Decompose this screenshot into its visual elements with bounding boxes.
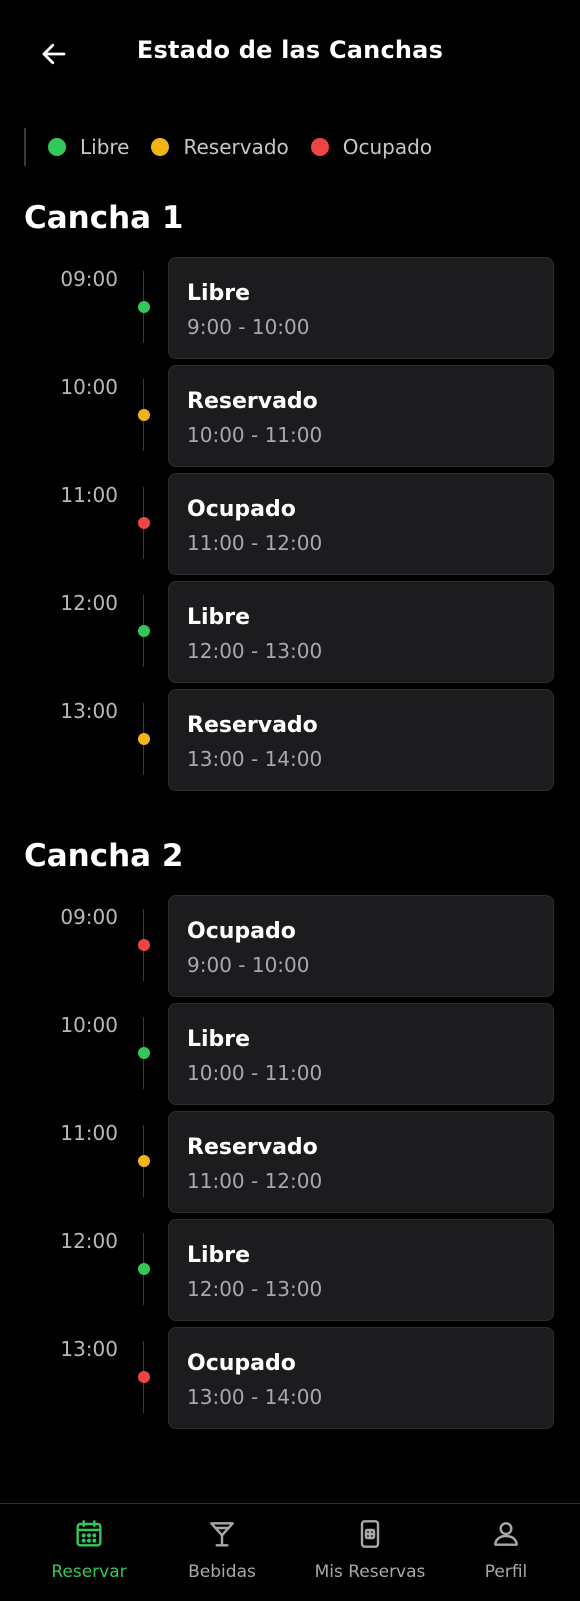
slot-time-range: 12:00 - 13:00 [187,639,323,663]
status-legend: Libre Reservado Ocupado [24,128,432,166]
cocktail-icon [210,1522,234,1547]
slot-time: 09:00 [60,267,118,291]
status-dot-icon [138,733,150,745]
slot-card[interactable]: Reservado 11:00 - 12:00 [168,1111,554,1213]
status-dot-icon [138,301,150,313]
slot-time: 13:00 [60,1337,118,1361]
nav-label: Mis Reservas [314,1562,426,1582]
ticket-icon [360,1520,380,1548]
slot-status: Ocupado [187,919,296,944]
slot-time: 13:00 [60,699,118,723]
nav-item-reservar[interactable]: Reservar [48,1518,130,1594]
legend-label: Libre [80,135,130,159]
time-slot-row: 11:00 Reservado 11:00 - 12:00 [0,1111,580,1215]
slot-status: Libre [187,281,251,306]
time-slot-row: 09:00 Libre 9:00 - 10:00 [0,257,580,361]
time-slot-row: 13:00 Reservado 13:00 - 14:00 [0,689,580,793]
slot-status: Libre [187,1027,251,1052]
libre-dot-icon [48,138,66,156]
slot-time-range: 11:00 - 12:00 [187,531,323,555]
slot-time-range: 10:00 - 11:00 [187,423,323,447]
slot-time: 12:00 [60,1229,118,1253]
time-slot-row: 12:00 Libre 12:00 - 13:00 [0,1219,580,1323]
nav-item-bebidas[interactable]: Bebidas [180,1518,264,1594]
slot-status: Reservado [187,713,318,738]
nav-label: Reservar [51,1562,127,1582]
slot-time-range: 10:00 - 11:00 [187,1061,323,1085]
slot-card[interactable]: Ocupado 13:00 - 14:00 [168,1327,554,1429]
slot-status: Reservado [187,389,318,414]
legend-label: Reservado [183,135,289,159]
nav-label: Perfil [484,1562,528,1582]
slot-status: Libre [187,605,251,630]
slot-time: 10:00 [60,1013,118,1037]
reservado-dot-icon [151,138,170,156]
user-icon [494,1522,518,1546]
calendar-icon [76,1520,102,1547]
legend-item-libre: Libre [48,135,129,159]
time-slot-row: 10:00 Reservado 10:00 - 11:00 [0,365,580,469]
status-dot-icon [138,409,150,421]
legend-label: Ocupado [342,135,433,159]
slot-time-range: 9:00 - 10:00 [187,315,310,339]
slot-card[interactable]: Ocupado 11:00 - 12:00 [168,473,554,575]
slot-time: 09:00 [60,905,118,929]
slot-status: Reservado [187,1135,318,1160]
slot-card[interactable]: Ocupado 9:00 - 10:00 [168,895,554,997]
slot-time-range: 13:00 - 14:00 [187,747,323,771]
status-dot-icon [138,1155,150,1167]
bottom-nav: Reservar Bebidas Mis Reservas Perfil [0,1503,580,1601]
nav-item-mis-reservas[interactable]: Mis Reservas [305,1518,435,1594]
status-dot-icon [138,939,150,951]
status-dot-icon [138,1047,150,1059]
status-dot-icon [138,625,150,637]
slot-card[interactable]: Reservado 10:00 - 11:00 [168,365,554,467]
status-dot-icon [138,1263,150,1275]
slot-time: 11:00 [60,1121,118,1145]
nav-item-perfil[interactable]: Perfil [477,1518,535,1594]
slot-card[interactable]: Reservado 13:00 - 14:00 [168,689,554,791]
status-dot-icon [138,517,150,529]
time-slot-row: 10:00 Libre 10:00 - 11:00 [0,1003,580,1107]
status-dot-icon [138,1371,150,1383]
slot-time-range: 13:00 - 14:00 [187,1385,323,1409]
slot-status: Ocupado [187,1351,296,1376]
time-slot-row: 13:00 Ocupado 13:00 - 14:00 [0,1327,580,1431]
time-slot-row: 12:00 Libre 12:00 - 13:00 [0,581,580,685]
slot-time-range: 9:00 - 10:00 [187,953,310,977]
slot-card[interactable]: Libre 12:00 - 13:00 [168,581,554,683]
slot-time: 12:00 [60,591,118,615]
slot-time-range: 11:00 - 12:00 [187,1169,323,1193]
ocupado-dot-icon [310,138,329,156]
page-title: Estado de las Canchas [136,36,444,64]
slot-status: Libre [187,1243,251,1268]
legend-item-reservado: Reservado [151,135,289,159]
legend-item-ocupado: Ocupado [310,135,433,159]
court-title: Cancha 2 [24,838,184,874]
time-slot-row: 09:00 Ocupado 9:00 - 10:00 [0,895,580,999]
slot-card[interactable]: Libre 12:00 - 13:00 [168,1219,554,1321]
slot-time: 10:00 [60,375,118,399]
slot-time: 11:00 [60,483,118,507]
app-header: Estado de las Canchas [0,0,580,106]
slot-card[interactable]: Libre 10:00 - 11:00 [168,1003,554,1105]
slot-time-range: 12:00 - 13:00 [187,1277,323,1301]
time-slot-row: 11:00 Ocupado 11:00 - 12:00 [0,473,580,577]
slot-card[interactable]: Libre 9:00 - 10:00 [168,257,554,359]
nav-label: Bebidas [188,1562,256,1582]
court-title: Cancha 1 [24,200,184,236]
slot-status: Ocupado [187,497,296,522]
